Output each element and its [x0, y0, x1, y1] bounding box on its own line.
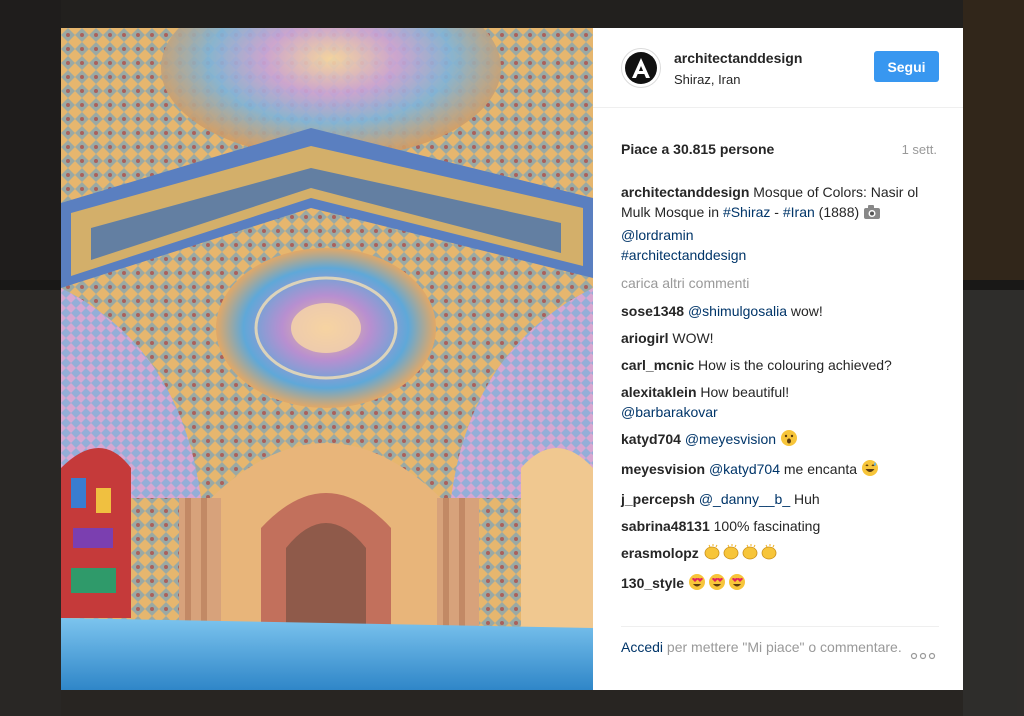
- comment-username[interactable]: katyd704: [621, 431, 681, 447]
- likes-count[interactable]: Piace a 30.815 persone: [621, 141, 774, 157]
- mention-link[interactable]: @meyesvision: [685, 431, 776, 447]
- post-side-panel: architectanddesign Shiraz, Iran Segui Pi…: [593, 28, 963, 690]
- comment-username[interactable]: ariogirl: [621, 330, 668, 346]
- login-link[interactable]: Accedi: [621, 639, 663, 655]
- comment-text: WOW!: [668, 330, 714, 346]
- hashtag-link[interactable]: #Iran: [783, 204, 815, 220]
- author-info: architectanddesign Shiraz, Iran: [674, 49, 874, 87]
- comment-username[interactable]: sabrina48131: [621, 518, 710, 534]
- hashtag-link[interactable]: #architectanddesign: [621, 247, 746, 263]
- heart-eyes-face-icon: [688, 573, 746, 596]
- comment-text: 100% fascinating: [709, 518, 821, 534]
- mosque-ceiling-image: [61, 28, 593, 690]
- comment: ariogirl WOW!: [621, 328, 939, 348]
- comment: sabrina48131 100% fascinating: [621, 516, 939, 536]
- follow-button[interactable]: Segui: [874, 51, 939, 82]
- more-options-icon[interactable]: [909, 647, 937, 660]
- login-prompt-text: per mettere "Mi piace" o commentare.: [663, 639, 902, 655]
- comment-text: How beautiful!: [696, 384, 790, 400]
- post-header: architectanddesign Shiraz, Iran Segui: [593, 28, 963, 108]
- comment-username[interactable]: erasmolopz: [621, 545, 699, 561]
- comment-username[interactable]: meyesvision: [621, 461, 705, 477]
- load-more-comments-link[interactable]: carica altri commenti: [621, 273, 939, 293]
- comment-text: wow!: [787, 303, 823, 319]
- comments-section: architectanddesign Mosque of Colors: Nas…: [593, 168, 963, 596]
- mention-link[interactable]: @_danny__b_: [699, 491, 790, 507]
- comment: katyd704 @meyesvision: [621, 429, 939, 452]
- caption-text: -: [770, 204, 783, 220]
- post-modal: architectanddesign Shiraz, Iran Segui Pi…: [61, 28, 963, 690]
- post-location[interactable]: Shiraz, Iran: [674, 72, 874, 87]
- post-time[interactable]: 1 sett.: [902, 142, 937, 157]
- post-photo[interactable]: [61, 28, 593, 690]
- avatar[interactable]: [621, 47, 661, 88]
- surprised-face-icon: [780, 429, 798, 452]
- clapping-hands-icon: [703, 543, 779, 566]
- comment: alexitaklein How beautiful! @barbarakovar: [621, 382, 939, 422]
- likes-row: Piace a 30.815 persone 1 sett.: [621, 108, 937, 168]
- comment: j_percepsh @_danny__b_ Huh: [621, 489, 939, 509]
- caption-username[interactable]: architectanddesign: [621, 184, 749, 200]
- mention-link[interactable]: @katyd704: [709, 461, 780, 477]
- comment-username[interactable]: carl_mcnic: [621, 357, 694, 373]
- comment-text: How is the colouring achieved?: [694, 357, 892, 373]
- comment: meyesvision @katyd704 me encanta: [621, 459, 939, 482]
- comment-username[interactable]: j_percepsh: [621, 491, 695, 507]
- comment: carl_mcnic How is the colouring achieved…: [621, 355, 939, 375]
- caption-text: (1888): [814, 204, 864, 220]
- brand-logo-icon: [625, 51, 657, 84]
- comment: 130_style: [621, 573, 939, 596]
- comment-text: Huh: [790, 491, 820, 507]
- comment-username[interactable]: sose1348: [621, 303, 684, 319]
- hashtag-link[interactable]: #Shiraz: [723, 204, 770, 220]
- camera-icon: [863, 204, 881, 225]
- author-username[interactable]: architectanddesign: [674, 49, 874, 67]
- mention-link[interactable]: @barbarakovar: [621, 404, 718, 420]
- login-prompt: Accedi per mettere "Mi piace" o commenta…: [621, 626, 939, 690]
- comment-username[interactable]: 130_style: [621, 575, 684, 591]
- comment-text: me encanta: [780, 461, 858, 477]
- mention-link[interactable]: @shimulgosalia: [688, 303, 787, 319]
- post-caption: architectanddesign Mosque of Colors: Nas…: [621, 182, 939, 265]
- comment: erasmolopz: [621, 543, 939, 566]
- mention-link[interactable]: @lordramin: [621, 227, 694, 243]
- comment: sose1348 @shimulgosalia wow!: [621, 301, 939, 321]
- grinning-sweat-face-icon: [861, 459, 879, 482]
- comment-username[interactable]: alexitaklein: [621, 384, 697, 400]
